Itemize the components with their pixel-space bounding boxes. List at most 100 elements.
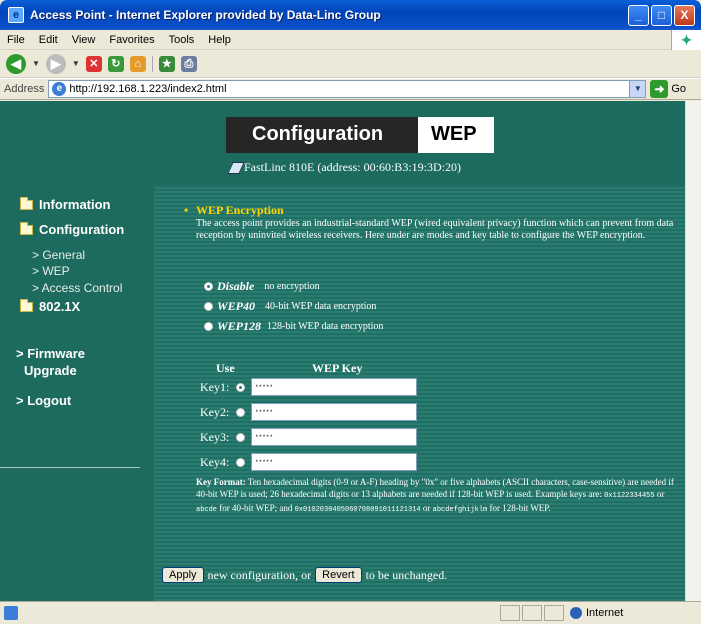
key4-label: Key4: — [200, 454, 230, 469]
wep-title: WEP Encryption — [196, 203, 284, 217]
section-banner: Configuration — [226, 117, 438, 153]
globe-icon — [570, 607, 582, 619]
back-icon[interactable]: ◀ — [6, 53, 26, 74]
nav-configuration[interactable]: Configuration — [20, 221, 124, 237]
device-text: FastLinc 810E (address: 00:60:B3:19:3D:2… — [244, 160, 461, 174]
example-40-alpha: abcde — [196, 506, 218, 514]
mode-wep40-name: WEP40 — [217, 299, 256, 313]
radio-disable[interactable] — [204, 282, 213, 291]
apply-button[interactable]: Apply — [162, 567, 204, 583]
ie-window-icon: e — [8, 7, 24, 23]
vertical-scrollbar[interactable] — [685, 101, 701, 601]
nav-general[interactable]: > General — [32, 248, 85, 262]
stop-icon[interactable]: ✕ — [85, 55, 102, 72]
mode-wep128-name: WEP128 — [217, 319, 262, 333]
key-format-or-2: or — [420, 503, 433, 513]
key-row-3: Key3: — [200, 428, 417, 446]
favorites-icon[interactable]: ★ — [158, 55, 175, 72]
page-header: Configuration WEP FastLinc 810E (address… — [0, 101, 685, 185]
key3-input[interactable] — [251, 428, 417, 446]
close-button[interactable]: X — [674, 5, 695, 26]
go-label[interactable]: Go — [671, 83, 686, 95]
back-dropdown-icon[interactable]: ▼ — [32, 59, 40, 68]
forward-dropdown-icon[interactable]: ▼ — [72, 59, 80, 68]
page-banner: WEP — [418, 117, 494, 153]
key4-radio[interactable] — [236, 457, 245, 467]
key-format-help: Key Format: Ten hexadecimal digits (0-9 … — [196, 476, 676, 516]
col-use: Use — [216, 361, 235, 375]
nav-information-label[interactable]: Information — [39, 197, 111, 212]
mode-wep40[interactable]: WEP40 40-bit WEP data encryption — [204, 299, 376, 314]
key-row-1: Key1: — [200, 378, 417, 396]
radio-wep40[interactable] — [204, 302, 213, 311]
nav-8021x-label[interactable]: 802.1X — [39, 299, 80, 314]
menu-file[interactable]: File — [0, 34, 32, 46]
menu-favorites[interactable]: Favorites — [102, 34, 161, 46]
nav-wep[interactable]: > WEP — [32, 264, 70, 278]
page-content: Configuration WEP FastLinc 810E (address… — [0, 101, 685, 601]
menu-help[interactable]: Help — [201, 34, 238, 46]
nav-firmware-upgrade[interactable]: > Firmware — [16, 346, 85, 361]
home-icon[interactable]: ⌂ — [129, 55, 146, 72]
nav-access-control[interactable]: > Access Control — [32, 281, 122, 295]
address-url[interactable]: http://192.168.1.223/index2.html — [69, 83, 226, 95]
toolbar-separator — [151, 55, 153, 72]
key2-label: Key2: — [200, 404, 230, 419]
key1-input[interactable] — [251, 378, 417, 396]
window-title: Access Point - Internet Explorer provide… — [30, 8, 381, 22]
menu-edit[interactable]: Edit — [32, 34, 65, 46]
device-info: FastLinc 810E (address: 00:60:B3:19:3D:2… — [227, 160, 461, 175]
revert-button[interactable]: Revert — [315, 567, 362, 583]
example-40-hex: 0x1122334455 — [604, 492, 655, 500]
address-bar: Address e http://192.168.1.223/index2.ht… — [0, 78, 701, 100]
mode-disable-desc: no encryption — [264, 281, 320, 292]
section-bullet: • — [184, 203, 189, 217]
address-input[interactable]: e http://192.168.1.223/index2.html ▼ — [48, 80, 647, 98]
minimize-button[interactable]: _ — [628, 5, 649, 26]
status-panes — [500, 605, 564, 621]
nav-firmware-upgrade-2[interactable]: Upgrade — [24, 363, 77, 378]
mode-disable-name: Disable — [217, 279, 255, 293]
sidebar: Information Configuration > General > WE… — [0, 185, 154, 601]
print-icon[interactable]: ⎙ — [180, 55, 197, 72]
key1-radio[interactable] — [236, 382, 245, 392]
example-128-alpha: abcdefghijklm — [432, 506, 488, 514]
example-128-hex: 0x0102030405060708091011121314 — [294, 506, 421, 514]
page-icon: e — [52, 82, 67, 96]
key2-input[interactable] — [251, 403, 417, 421]
key4-input[interactable] — [251, 453, 417, 471]
radio-wep128[interactable] — [204, 322, 213, 331]
key2-radio[interactable] — [236, 407, 245, 417]
nav-firmware-label-2[interactable]: Upgrade — [24, 363, 77, 378]
nav-logout[interactable]: > Logout — [16, 393, 71, 408]
zone-label: Internet — [586, 607, 624, 619]
folder-open-icon — [20, 221, 33, 235]
key-row-4: Key4: — [200, 453, 417, 471]
nav-configuration-label[interactable]: Configuration — [39, 222, 124, 237]
form-actions: Apply new configuration, or Revert to be… — [162, 567, 447, 583]
key-format-title: Key Format: — [196, 477, 246, 487]
go-arrow-icon[interactable]: ➜ — [650, 80, 669, 98]
status-pane — [500, 605, 520, 621]
go-button[interactable]: ➜ Go — [650, 80, 686, 98]
key-format-or-1: or — [654, 489, 665, 499]
address-dropdown-icon[interactable]: ▼ — [629, 81, 646, 97]
forward-icon[interactable]: ▶ — [45, 53, 66, 74]
maximize-button[interactable]: □ — [651, 5, 672, 26]
section-title: Configuration — [252, 123, 384, 145]
mode-disable[interactable]: Disable no encryption — [204, 279, 320, 294]
actions-end-text: to be unchanged. — [365, 567, 448, 582]
menu-tools[interactable]: Tools — [162, 34, 202, 46]
nav-logout-label[interactable]: > Logout — [16, 393, 71, 408]
device-icon — [227, 161, 245, 174]
status-pane — [522, 605, 542, 621]
col-wep-key: WEP Key — [312, 361, 363, 375]
mode-wep128[interactable]: WEP128 128-bit WEP data encryption — [204, 319, 383, 334]
nav-8021x[interactable]: 802.1X — [20, 298, 80, 314]
nav-firmware-label[interactable]: > Firmware — [16, 346, 85, 361]
security-zone[interactable]: Internet — [570, 605, 690, 621]
refresh-icon[interactable]: ↻ — [107, 55, 124, 72]
key3-radio[interactable] — [236, 432, 245, 442]
menu-view[interactable]: View — [65, 34, 103, 46]
nav-information[interactable]: Information — [20, 196, 111, 212]
